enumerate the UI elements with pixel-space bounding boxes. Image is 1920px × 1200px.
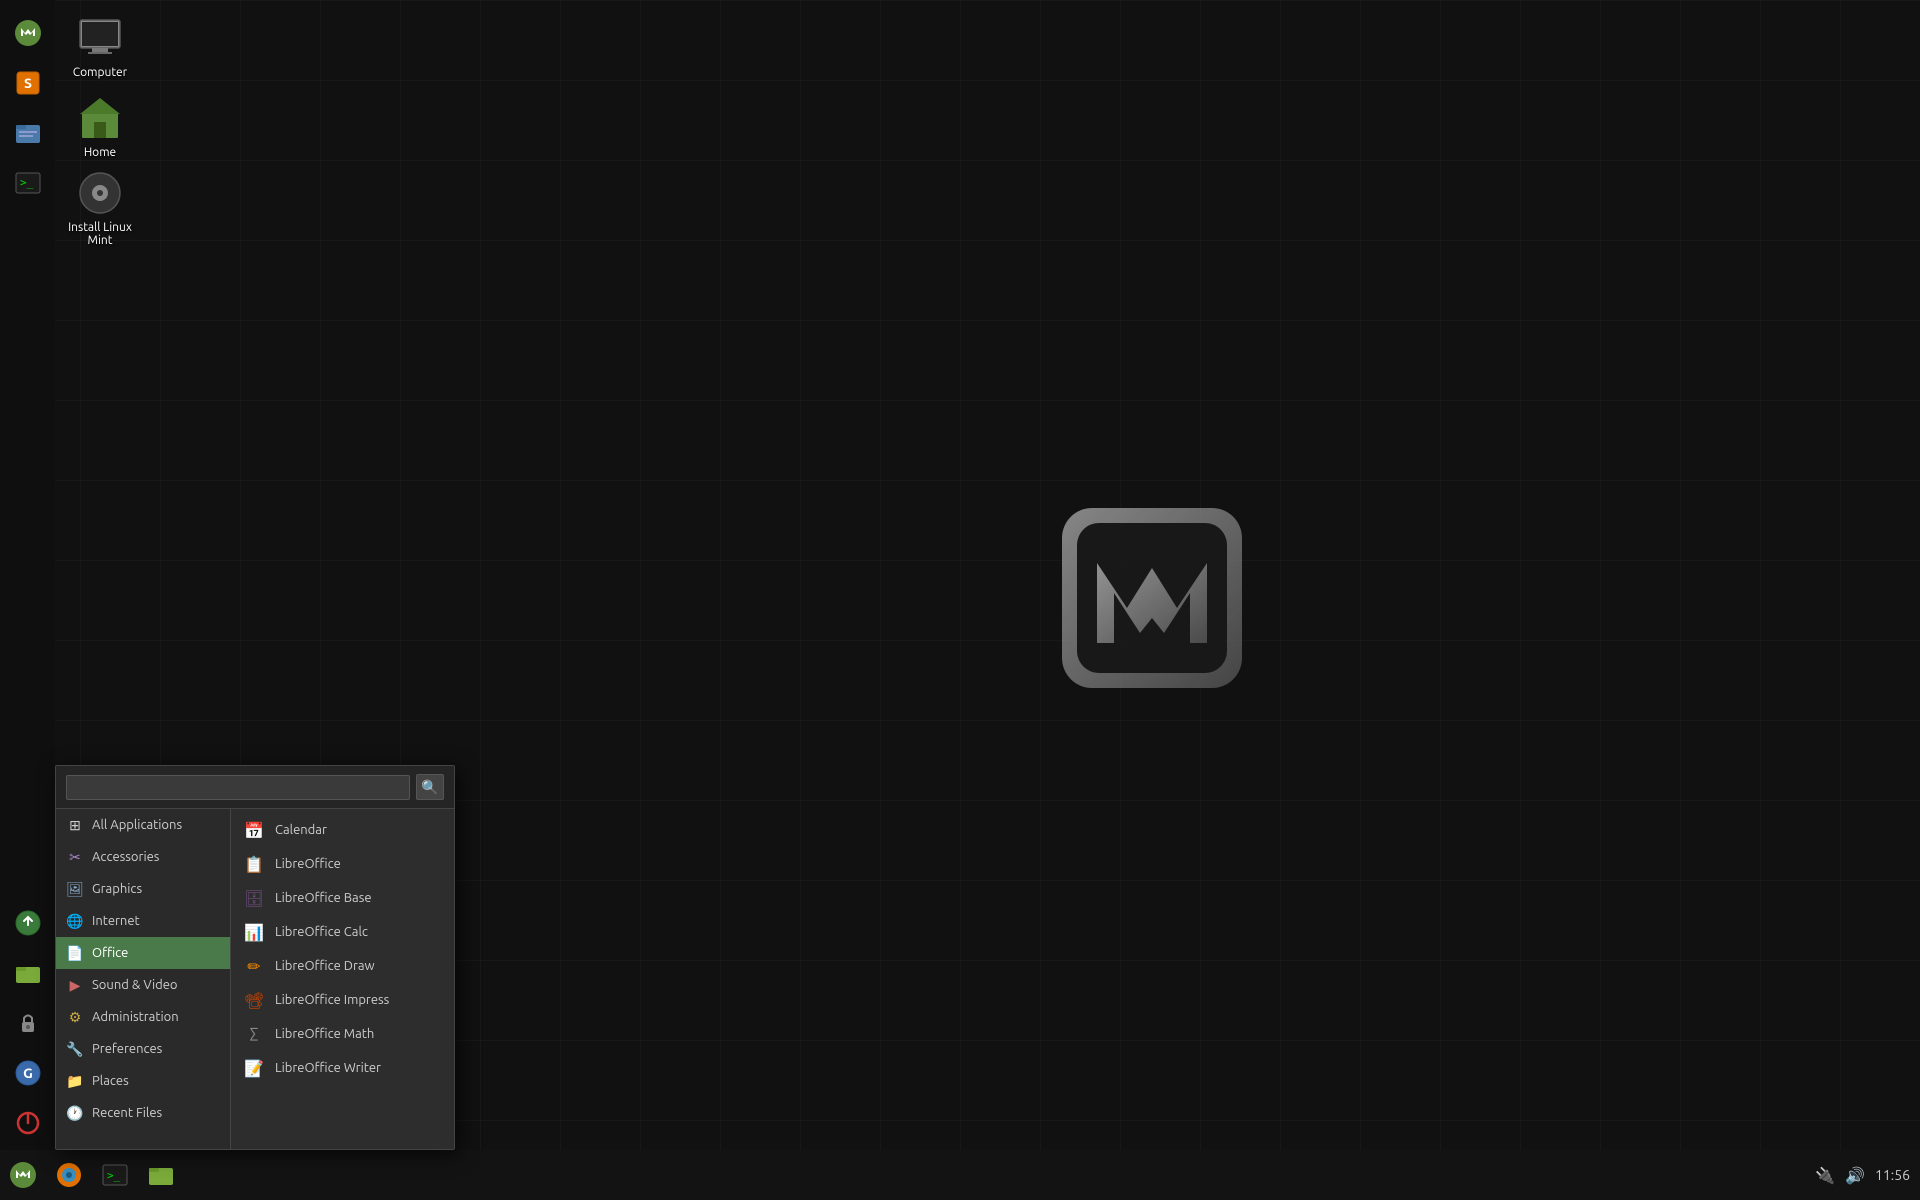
category-administration-label: Administration	[92, 1010, 179, 1024]
office-icon: 📄	[66, 944, 84, 962]
category-accessories[interactable]: ✂ Accessories	[56, 841, 230, 873]
graphics-icon: 🖼	[66, 880, 84, 898]
panel-updates-icon[interactable]	[5, 900, 51, 946]
svg-text:>_: >_	[20, 176, 34, 189]
app-libreoffice-draw-label: LibreOffice Draw	[275, 959, 375, 973]
home-icon-label: Home	[84, 146, 116, 159]
sound-video-icon: ▶	[66, 976, 84, 994]
app-libreoffice-draw[interactable]: ✏ LibreOffice Draw	[231, 949, 454, 983]
panel-lock-icon[interactable]	[5, 1000, 51, 1046]
preferences-icon: 🔧	[66, 1040, 84, 1058]
panel-feedback-icon[interactable]: G	[5, 1050, 51, 1096]
taskbar-menu-icon[interactable]	[0, 1150, 46, 1200]
calendar-app-icon: 📅	[243, 819, 265, 841]
desktop-icon-computer[interactable]: Computer	[55, 10, 145, 83]
category-preferences-label: Preferences	[92, 1042, 162, 1056]
network-icon[interactable]: 🔌	[1815, 1166, 1835, 1185]
computer-icon-label: Computer	[73, 66, 127, 79]
panel-files-icon[interactable]	[5, 110, 51, 156]
category-office-label: Office	[92, 946, 128, 960]
app-libreoffice-writer[interactable]: 📝 LibreOffice Writer	[231, 1051, 454, 1085]
panel-folder-icon[interactable]	[5, 950, 51, 996]
svg-text:G: G	[23, 1065, 33, 1081]
computer-icon	[76, 14, 124, 62]
category-sound-video[interactable]: ▶ Sound & Video	[56, 969, 230, 1001]
volume-icon[interactable]: 🔊	[1845, 1166, 1865, 1185]
taskbar-firefox-icon[interactable]	[46, 1150, 92, 1200]
internet-icon: 🌐	[66, 912, 84, 930]
libreoffice-draw-icon: ✏	[243, 955, 265, 977]
app-libreoffice-label: LibreOffice	[275, 857, 341, 871]
taskbar-files-icon[interactable]	[138, 1150, 184, 1200]
category-places-label: Places	[92, 1074, 129, 1088]
taskbar-left: >_	[0, 1150, 184, 1200]
category-preferences[interactable]: 🔧 Preferences	[56, 1033, 230, 1065]
category-internet-label: Internet	[92, 914, 140, 928]
libreoffice-base-icon: 🗄	[243, 887, 265, 909]
panel-terminal-icon[interactable]: >_	[5, 160, 51, 206]
mint-logo	[1042, 488, 1262, 712]
taskbar: >_ 🔌 🔊 11:56	[0, 1150, 1920, 1200]
libreoffice-icon: 📋	[243, 853, 265, 875]
desktop-icon-install[interactable]: Install Linux Mint	[55, 165, 145, 251]
all-apps-icon: ⊞	[66, 816, 84, 834]
app-menu-search-bar: 🔍	[56, 766, 454, 809]
category-all-label: All Applications	[92, 818, 182, 832]
install-icon-label: Install Linux Mint	[59, 221, 141, 247]
app-libreoffice-base-label: LibreOffice Base	[275, 891, 372, 905]
svg-text:S: S	[24, 75, 32, 91]
app-menu-body: ⊞ All Applications ✂ Accessories 🖼 Graph…	[56, 809, 454, 1149]
category-graphics-label: Graphics	[92, 882, 142, 896]
recent-icon: 🕐	[66, 1104, 84, 1122]
panel-software-icon[interactable]: S	[5, 60, 51, 106]
app-libreoffice-base[interactable]: 🗄 LibreOffice Base	[231, 881, 454, 915]
category-all-applications[interactable]: ⊞ All Applications	[56, 809, 230, 841]
app-libreoffice-impress[interactable]: 📽 LibreOffice Impress	[231, 983, 454, 1017]
home-icon	[76, 94, 124, 142]
left-panel: S >_	[0, 0, 55, 1150]
app-libreoffice-writer-label: LibreOffice Writer	[275, 1061, 381, 1075]
categories-list: ⊞ All Applications ✂ Accessories 🖼 Graph…	[56, 809, 231, 1149]
app-libreoffice-calc-label: LibreOffice Calc	[275, 925, 368, 939]
app-calendar[interactable]: 📅 Calendar	[231, 813, 454, 847]
category-internet[interactable]: 🌐 Internet	[56, 905, 230, 937]
app-libreoffice-math-label: LibreOffice Math	[275, 1027, 374, 1041]
category-accessories-label: Accessories	[92, 850, 159, 864]
category-sound-video-label: Sound & Video	[92, 978, 178, 992]
category-administration[interactable]: ⚙ Administration	[56, 1001, 230, 1033]
app-menu: 🔍 ⊞ All Applications ✂ Accessories 🖼 Gra…	[55, 765, 455, 1150]
administration-icon: ⚙	[66, 1008, 84, 1026]
category-recent-label: Recent Files	[92, 1106, 162, 1120]
search-button[interactable]: 🔍	[416, 774, 444, 800]
category-places[interactable]: 📁 Places	[56, 1065, 230, 1097]
category-recent-files[interactable]: 🕐 Recent Files	[56, 1097, 230, 1129]
libreoffice-writer-icon: 📝	[243, 1057, 265, 1079]
app-libreoffice-math[interactable]: ∑ LibreOffice Math	[231, 1017, 454, 1051]
libreoffice-impress-icon: 📽	[243, 989, 265, 1011]
app-libreoffice-calc[interactable]: 📊 LibreOffice Calc	[231, 915, 454, 949]
app-libreoffice[interactable]: 📋 LibreOffice	[231, 847, 454, 881]
taskbar-right: 🔌 🔊 11:56	[1815, 1166, 1920, 1185]
panel-mintmenu-icon[interactable]	[5, 10, 51, 56]
app-calendar-label: Calendar	[275, 823, 327, 837]
install-icon	[76, 169, 124, 217]
category-graphics[interactable]: 🖼 Graphics	[56, 873, 230, 905]
accessories-icon: ✂	[66, 848, 84, 866]
apps-list: 📅 Calendar 📋 LibreOffice 🗄 LibreOffice B…	[231, 809, 454, 1149]
libreoffice-math-icon: ∑	[243, 1023, 265, 1045]
search-input[interactable]	[66, 775, 410, 800]
desktop-icon-home[interactable]: Home	[55, 90, 145, 163]
category-office[interactable]: 📄 Office	[56, 937, 230, 969]
desktop: Computer Home Install Linux Mint	[0, 0, 1920, 1200]
taskbar-terminal-icon[interactable]: >_	[92, 1150, 138, 1200]
libreoffice-calc-icon: 📊	[243, 921, 265, 943]
panel-power-icon[interactable]	[5, 1100, 51, 1146]
places-icon: 📁	[66, 1072, 84, 1090]
svg-text:>_: >_	[107, 1169, 121, 1182]
app-libreoffice-impress-label: LibreOffice Impress	[275, 993, 389, 1007]
clock: 11:56	[1875, 1167, 1910, 1183]
